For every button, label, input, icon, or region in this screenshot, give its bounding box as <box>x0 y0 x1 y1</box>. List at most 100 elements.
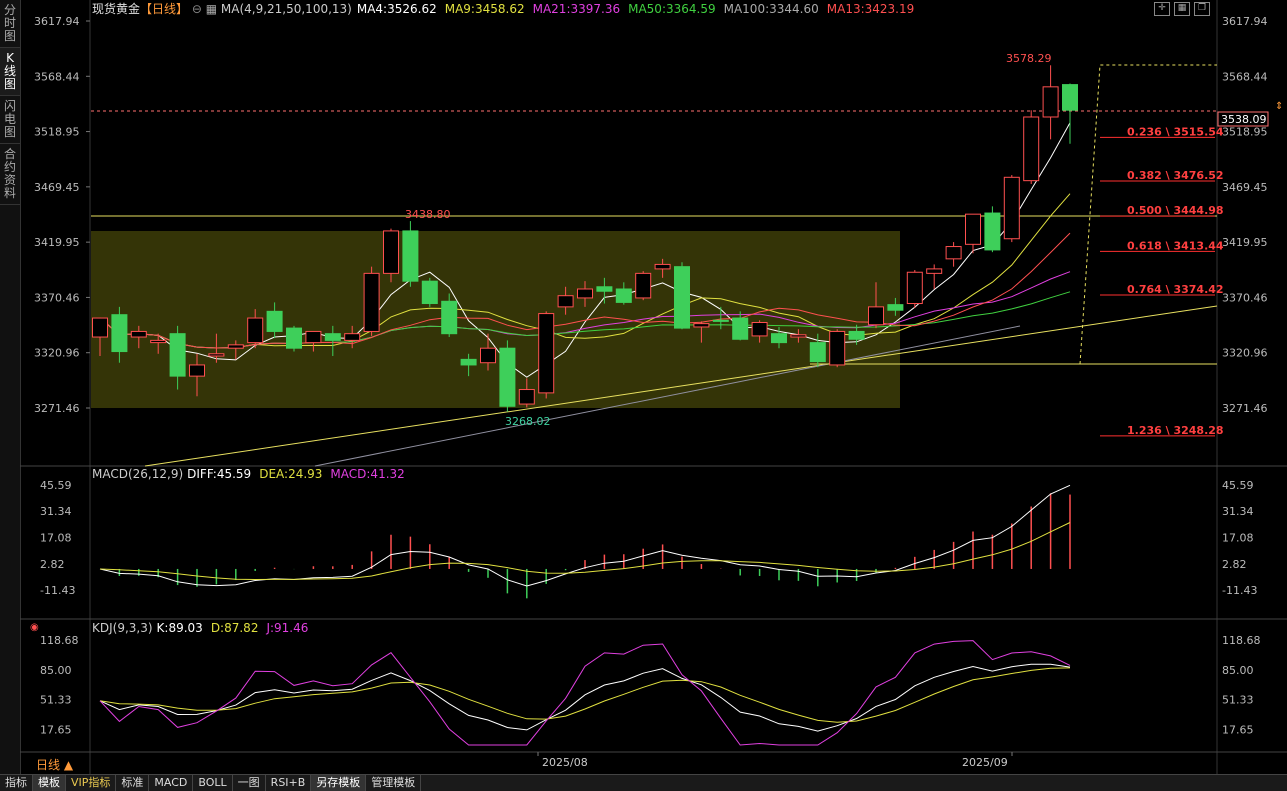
candle[interactable] <box>441 300 458 335</box>
crosshair-icon[interactable]: ✛ <box>1154 2 1170 16</box>
period-button-label[interactable]: 日线 <box>36 758 60 772</box>
candle[interactable] <box>305 330 322 344</box>
candle[interactable] <box>984 212 1001 251</box>
bottom-tab-0[interactable]: 指标 <box>0 775 33 791</box>
fib-label: 0.764 \ 3374.42 <box>1127 283 1224 296</box>
bottom-tab-3[interactable]: 标准 <box>116 775 150 791</box>
candle[interactable] <box>189 364 205 377</box>
time-label-aug: 2025/08 <box>542 756 588 769</box>
candle[interactable] <box>596 286 613 292</box>
period-tag: 【日线】 <box>140 2 188 16</box>
candle[interactable] <box>92 317 108 338</box>
kdj-j: J:91.46 <box>265 621 308 635</box>
kdj-settings-icon[interactable]: ◉ <box>30 622 39 633</box>
macd-axis-label: 31.34 <box>40 505 72 518</box>
candle[interactable] <box>130 330 147 338</box>
candle[interactable] <box>518 389 535 405</box>
candle[interactable] <box>926 268 943 274</box>
kdj-axis-label-right: 85.00 <box>1222 664 1254 677</box>
candle[interactable] <box>363 272 380 332</box>
price-label-left: 3419.95 <box>34 236 80 249</box>
time-label-sep: 2025/09 <box>962 756 1008 769</box>
bottom-tab-6[interactable]: 一图 <box>233 775 266 791</box>
candle[interactable] <box>945 246 962 260</box>
chart-header: 现货黄金【日线】 ⊖ ▦ MA(4,9,21,50,100,13) MA4:352… <box>92 1 914 16</box>
candle[interactable] <box>111 314 128 353</box>
price-label-left: 3617.94 <box>34 15 80 28</box>
kdj-axis-label-right: 118.68 <box>1222 634 1261 647</box>
kdj-axis-label-right: 51.33 <box>1222 694 1254 707</box>
candle[interactable] <box>1003 176 1020 240</box>
candle[interactable] <box>227 344 244 349</box>
candle[interactable] <box>247 317 264 344</box>
candle[interactable] <box>887 304 904 311</box>
kdj-axis-label: 51.33 <box>40 694 72 707</box>
candle[interactable] <box>965 213 981 245</box>
bottom-tab-9[interactable]: 管理模板 <box>366 775 422 791</box>
bottom-tab-4[interactable]: MACD <box>149 775 194 791</box>
candle[interactable] <box>460 358 477 366</box>
ma-legend-0: MA(4,9,21,50,100,13) <box>221 2 352 16</box>
candle[interactable] <box>344 333 361 341</box>
candle[interactable] <box>577 288 593 299</box>
ma-settings-icon[interactable]: ▦ <box>206 2 221 16</box>
kdj-axis-label: 85.00 <box>40 664 72 677</box>
candle[interactable] <box>829 330 846 366</box>
candle[interactable] <box>1062 84 1078 111</box>
macd-diff-line <box>99 484 1071 587</box>
candle[interactable] <box>732 317 749 340</box>
fib-label: 0.382 \ 3476.52 <box>1127 169 1224 182</box>
candle[interactable] <box>674 266 690 329</box>
macd-axis-label-right: 31.34 <box>1222 505 1254 518</box>
candle[interactable] <box>848 330 865 340</box>
candle[interactable] <box>1042 86 1059 118</box>
candle[interactable] <box>868 306 884 326</box>
candle[interactable] <box>635 272 652 299</box>
collapse-icon[interactable]: ⊖ <box>188 2 206 16</box>
candle[interactable] <box>421 280 438 305</box>
candle[interactable] <box>557 295 574 308</box>
candle[interactable] <box>693 323 710 328</box>
candle[interactable] <box>150 339 167 344</box>
bottom-tab-1[interactable]: 模板 <box>33 775 66 791</box>
bottom-tab-2[interactable]: VIP指标 <box>66 775 117 791</box>
box-high-annotation: 3438.80 <box>405 208 451 221</box>
candle[interactable] <box>809 342 826 363</box>
candle[interactable] <box>615 288 632 303</box>
candle[interactable] <box>383 230 399 274</box>
kdj-title: KDJ(9,3,3) <box>92 621 153 635</box>
fib-label: 1.236 \ 3248.28 <box>1127 424 1224 437</box>
candle[interactable] <box>538 313 555 394</box>
kdj-axis-label: 17.65 <box>40 723 72 736</box>
candle[interactable] <box>169 333 186 377</box>
candle[interactable] <box>906 271 923 305</box>
price-label-left: 3518.95 <box>34 126 80 139</box>
current-price-label: 3538.09 <box>1221 113 1267 126</box>
candle[interactable] <box>266 310 283 332</box>
bottom-tab-7[interactable]: RSI+B <box>266 775 312 791</box>
ma-legend-5: MA100:3344.60 <box>724 2 819 16</box>
candle[interactable] <box>208 353 225 357</box>
candle[interactable] <box>1023 116 1040 182</box>
candle[interactable] <box>654 263 671 270</box>
candle[interactable] <box>286 327 302 349</box>
candle[interactable] <box>790 334 807 338</box>
candle[interactable] <box>712 319 729 322</box>
candle[interactable] <box>751 322 768 337</box>
bottom-tab-8[interactable]: 另存模板 <box>311 775 367 791</box>
restore-icon[interactable]: ❐ <box>1194 2 1210 16</box>
candle[interactable] <box>771 333 787 344</box>
kdj-d: D:87.82 <box>211 621 259 635</box>
bottom-tab-5[interactable]: BOLL <box>193 775 233 791</box>
period-button[interactable]: 日线 ▲ <box>36 758 74 772</box>
candle[interactable] <box>324 333 341 341</box>
candle[interactable] <box>402 230 419 282</box>
candle[interactable] <box>480 347 496 364</box>
candle[interactable] <box>499 347 516 407</box>
price-label-left: 3568.44 <box>34 70 80 83</box>
ma-legend-6: MA13:3423.19 <box>827 2 915 16</box>
kdj-legend: KDJ(9,3,3) K:89.03 D:87.82 J:91.46 <box>92 621 308 635</box>
ma-legend-2: MA9:3458.62 <box>445 2 525 16</box>
layout-icon[interactable]: ▦ <box>1174 2 1190 16</box>
kline-chart[interactable]: 现货黄金【日线】 ⊖ ▦ MA(4,9,21,50,100,13) MA4:352… <box>0 0 1287 774</box>
